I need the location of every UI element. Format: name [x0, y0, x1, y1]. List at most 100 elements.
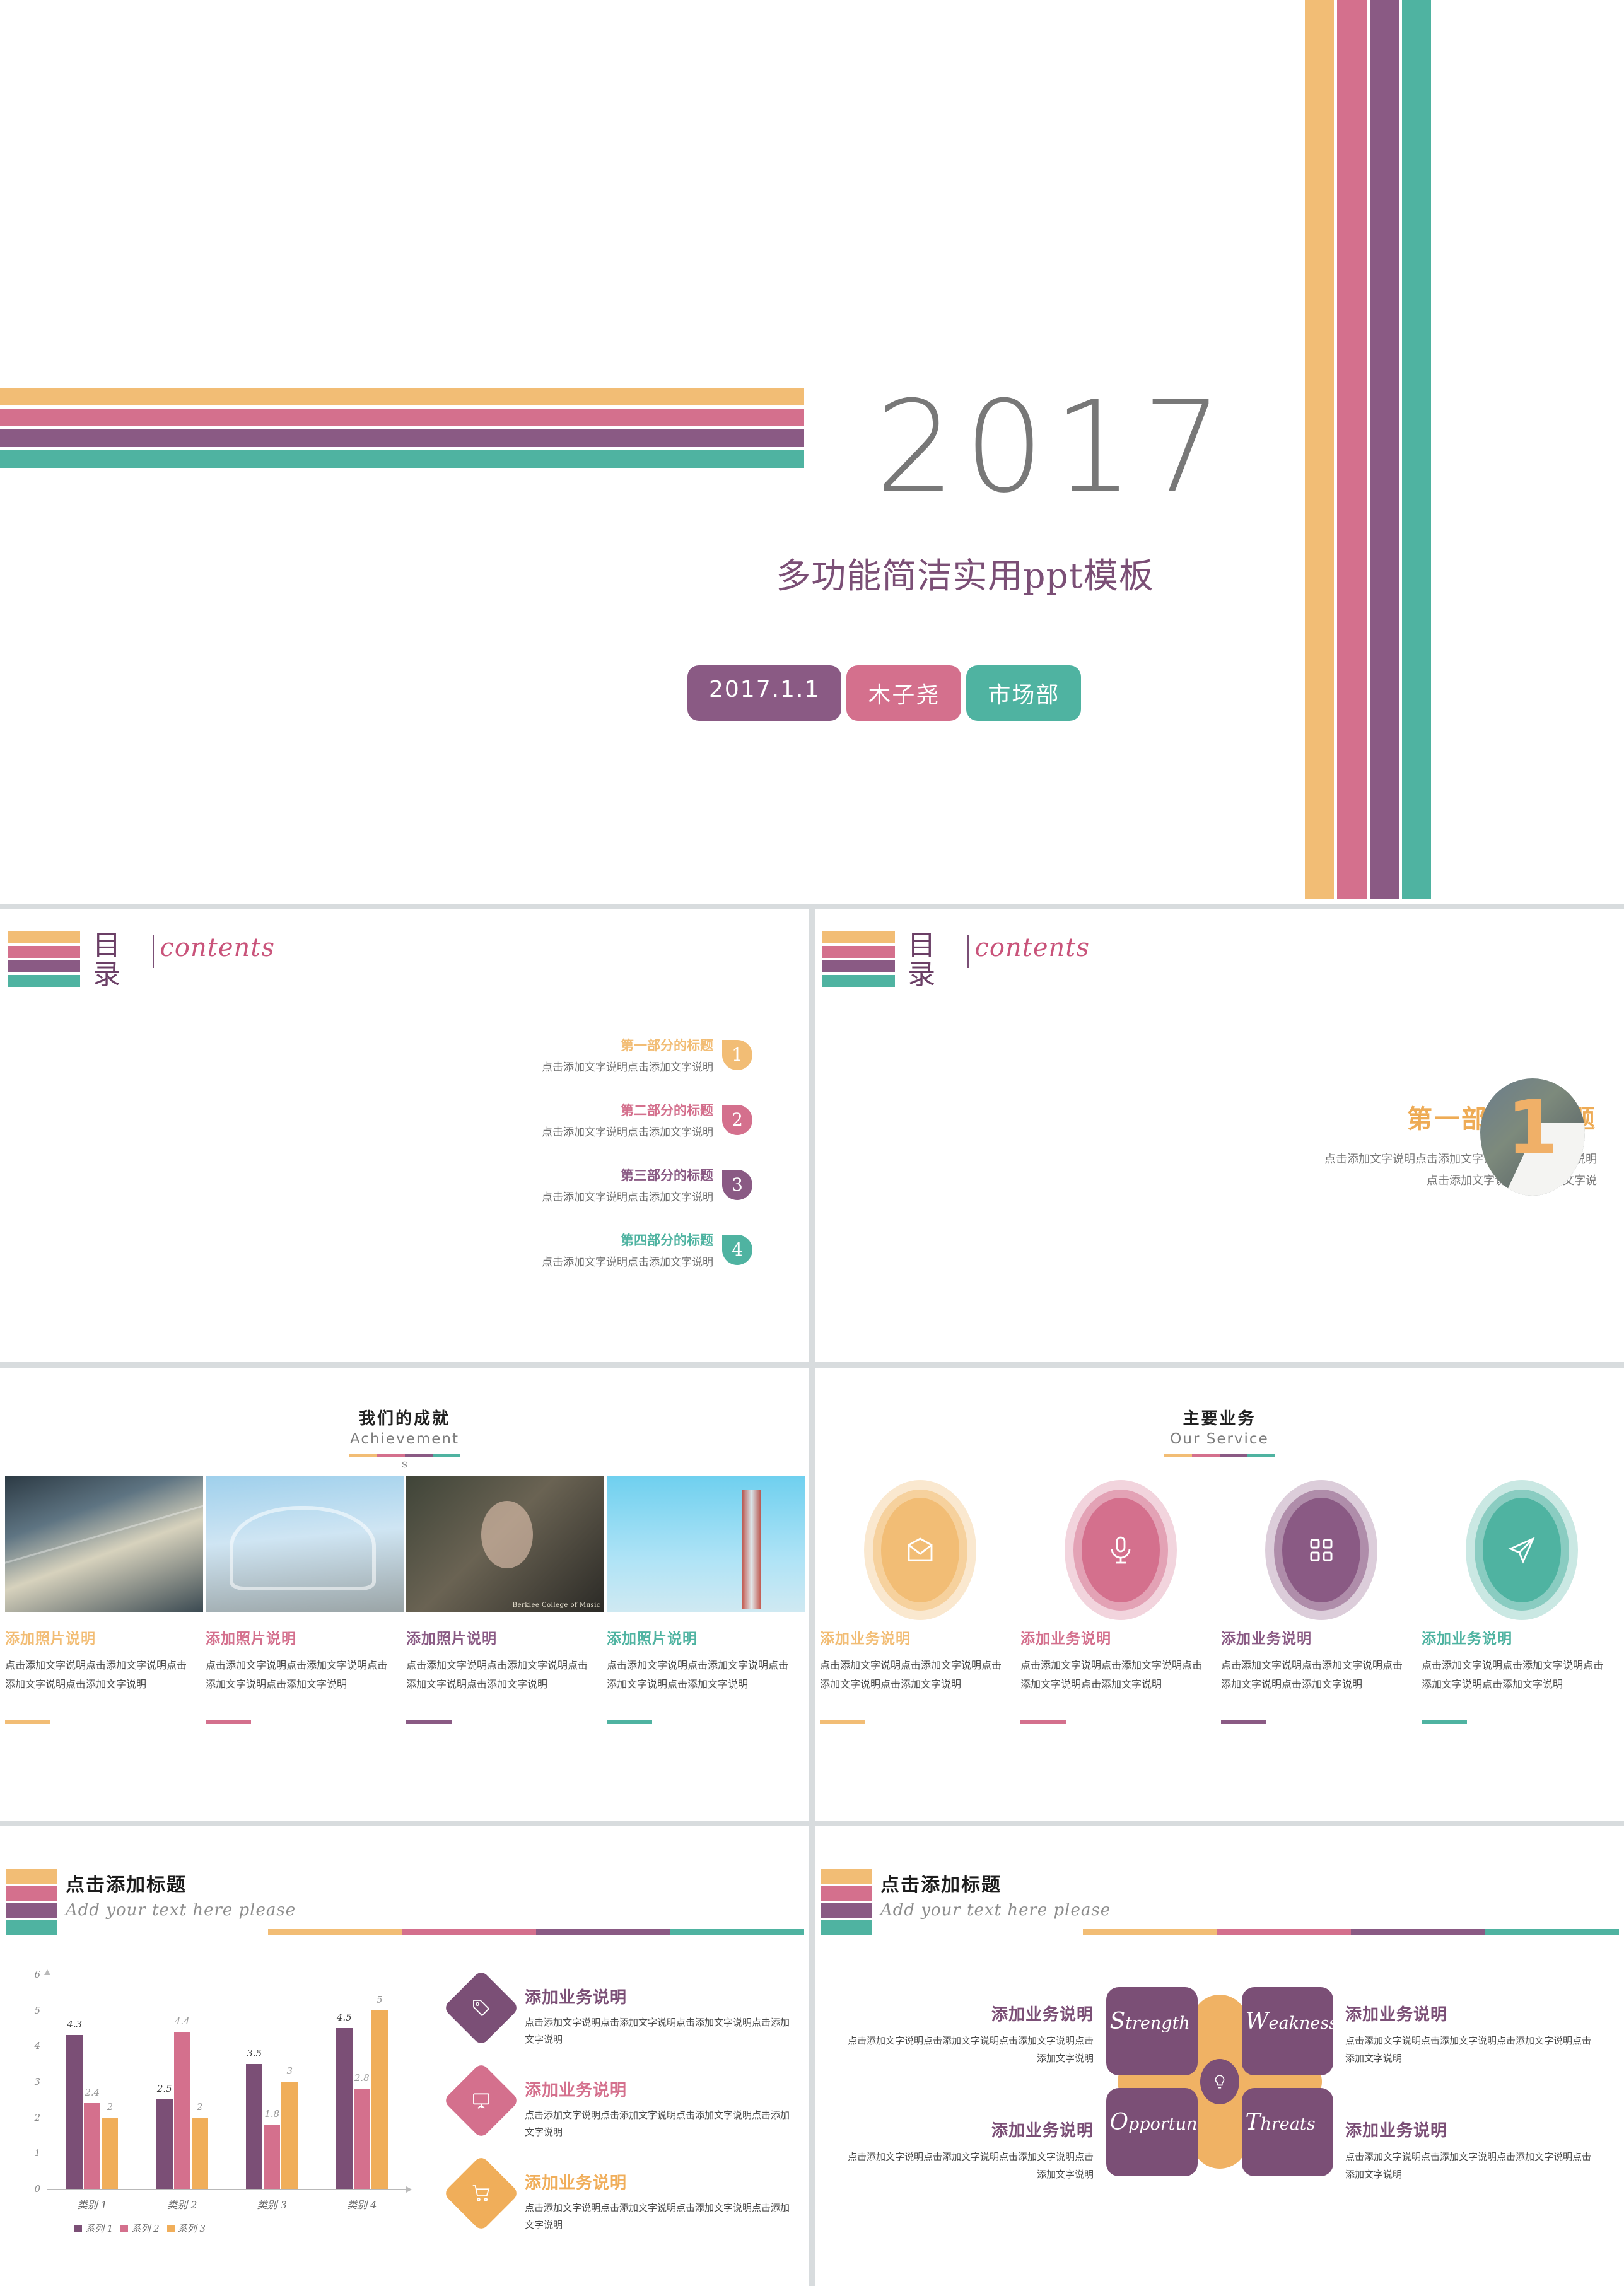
biz-body-3: 点击添加文字说明点击添加文字说明点击添加文字说明点击添加文字说明 — [525, 2203, 790, 2231]
rule-pink — [1191, 1454, 1220, 1457]
chart-bar: 2 — [191, 2101, 208, 2189]
caption-column-3: 添加照片说明 点击添加文字说明点击添加文字说明点击添加文字说明点击添加文字说明 — [406, 1626, 604, 1725]
swot-cell-weakness[interactable]: Weakness — [1241, 1987, 1333, 2075]
caption-body-4: 点击添加文字说明点击添加文字说明点击添加文字说明点击添加文字说明 — [607, 1660, 789, 1690]
biz-title-1: 添加业务说明 — [525, 1988, 628, 2007]
slide-achievement[interactable]: 我们的成就 Achievement s Berklee College of M… — [0, 1368, 809, 1821]
list-item[interactable]: 第二部分的标题 点击添加文字说明点击添加文字说明 2 — [437, 1100, 752, 1139]
photo-speaker[interactable]: Berklee College of Music — [406, 1476, 604, 1612]
chart-legend-item[interactable]: 系列 1 — [74, 2222, 113, 2235]
chart-bar: 4.5 — [336, 2012, 353, 2189]
chart-bar-value: 4.3 — [67, 2019, 83, 2031]
chart-legend-item[interactable]: 系列 3 — [166, 2222, 206, 2235]
slide-section-divider[interactable]: 目录 contents 第一部分的标题 点击添加文字说明点击添加文字说明点击添加… — [815, 909, 1624, 1362]
slide-chart[interactable]: 点击添加标题 Add your text here please 0 1 2 3 4 5 6… — [0, 1826, 809, 2286]
rule-purple — [1351, 1929, 1485, 1935]
department-tag[interactable]: 市场部 — [966, 665, 1082, 721]
swot-text-top-right: 添加业务说明 点击添加文字说明点击添加文字说明点击添加文字说明点击添加文字说明 — [1345, 2002, 1598, 2068]
rule-teal — [670, 1929, 804, 1935]
rule-pink — [1217, 1929, 1351, 1935]
chart-x-tick: 类别 1 — [77, 2199, 107, 2211]
biz-title-2: 添加业务说明 — [525, 2080, 628, 2099]
caption-title-3: 添加照片说明 — [406, 1630, 497, 1647]
service-title-4: 添加业务说明 — [1422, 1630, 1512, 1647]
envelope-icon — [908, 1537, 933, 1561]
toc-title-3: 第三部分的标题 — [621, 1169, 713, 1183]
service-underline-1 — [820, 1720, 865, 1725]
bar-chart: 0 1 2 3 4 5 6 4.3 2.4 2 2.5 4.4 2 3.5 1.8 3 4.5 2.8 5 类别 … — [18, 1969, 428, 2234]
service-heading-zh: 主要业务 — [1183, 1409, 1256, 1428]
service-icon-cell-1[interactable] — [821, 1480, 1019, 1620]
chart-legend-item[interactable]: 系列 2 — [120, 2222, 160, 2235]
slide-contents[interactable]: 目录 contents 第一部分的标题 点击添加文字说明点击添加文字说明 1 第… — [0, 909, 809, 1362]
photo-rollercoaster[interactable] — [206, 1476, 404, 1612]
list-item[interactable]: 第四部分的标题 点击添加文字说明点击添加文字说明 4 — [437, 1230, 752, 1269]
toc-number-badge-1: 1 — [722, 1039, 752, 1070]
chart-heading-zh: 点击添加标题 — [66, 1875, 187, 1896]
diamond-badge-3 — [443, 2155, 520, 2232]
rail-line-decor — [5, 1495, 203, 1568]
rule-pink — [402, 1929, 536, 1935]
service-icon-cell-2[interactable] — [1022, 1480, 1220, 1620]
swot-rest-t: hreats — [1260, 2114, 1316, 2134]
rule-orange — [268, 1929, 402, 1935]
chart-bar-group: 4.5 2.8 5 — [317, 1974, 407, 2189]
chart-y-tick: 5 — [34, 2004, 40, 2016]
rule-purple — [404, 1454, 433, 1457]
vbar-orange — [1305, 0, 1335, 899]
slide-service[interactable]: 主要业务 Our Service 添加业务说明 点击添加文字说明点击添加文字说明… — [815, 1368, 1624, 1821]
bar-teal — [0, 450, 804, 468]
toc-title-4: 第四部分的标题 — [621, 1233, 713, 1248]
contents-heading-en: contents — [160, 933, 275, 962]
chart-bar-value: 3.5 — [247, 2047, 262, 2059]
list-item[interactable]: 添加业务说明 点击添加文字说明点击添加文字说明点击添加文字说明点击添加文字说明 — [443, 2155, 795, 2234]
service-title-2: 添加业务说明 — [1020, 1630, 1111, 1647]
rule-teal — [1247, 1454, 1275, 1457]
swot-cell-opportunity[interactable]: Opportunity — [1106, 2088, 1198, 2176]
block-orange — [821, 1869, 872, 1884]
list-item[interactable]: 第一部分的标题 点击添加文字说明点击添加文字说明 1 — [437, 1035, 752, 1074]
slide-swot[interactable]: 点击添加标题 Add your text here please Strengt… — [815, 1826, 1624, 2286]
chart-legend-swatch — [74, 2224, 82, 2232]
service-body-3: 点击添加文字说明点击添加文字说明点击添加文字说明点击添加文字说明 — [1221, 1660, 1403, 1690]
rule-teal — [1485, 1929, 1619, 1935]
coaster-arc-decor — [229, 1506, 377, 1590]
author-tag[interactable]: 木子尧 — [846, 665, 962, 721]
block-pink — [6, 1886, 57, 1901]
rule-orange — [349, 1454, 377, 1457]
vbar-purple — [1369, 0, 1399, 899]
caption-body-3: 点击添加文字说明点击添加文字说明点击添加文字说明点击添加文字说明 — [406, 1660, 588, 1690]
chart-x-tick-labels: 类别 1 类别 2 类别 3 类别 4 — [47, 2196, 407, 2212]
swot-initial-s: S — [1109, 2009, 1126, 2034]
achievement-header: 我们的成就 Achievement s — [0, 1368, 809, 1471]
chart-y-tick: 0 — [34, 2183, 40, 2195]
service-icon-cell-4[interactable] — [1423, 1480, 1621, 1620]
block-teal — [822, 975, 896, 987]
horizontal-color-bars — [0, 388, 804, 471]
swot-rest-o: pportunity — [1128, 2114, 1198, 2134]
date-tag[interactable]: 2017.1.1 — [687, 665, 842, 721]
caption-underline-3 — [406, 1720, 452, 1725]
biz-title-3: 添加业务说明 — [525, 2173, 628, 2192]
service-icon-cell-3[interactable] — [1222, 1480, 1420, 1620]
chart-legend-label: 系列 1 — [85, 2223, 114, 2234]
slide-title[interactable]: 2017 多功能简洁实用ppt模板 2017.1.1 木子尧 市场部 — [0, 0, 1624, 904]
list-item[interactable]: 添加业务说明 点击添加文字说明点击添加文字说明点击添加文字说明点击添加文字说明 — [443, 2062, 795, 2141]
service-body-1: 点击添加文字说明点击添加文字说明点击添加文字说明点击添加文字说明 — [820, 1660, 1002, 1690]
service-column-4: 添加业务说明 点击添加文字说明点击添加文字说明点击添加文字说明点击添加文字说明 — [1422, 1626, 1620, 1725]
photo-train-station[interactable] — [5, 1476, 203, 1612]
chart-legend-label: 系列 2 — [131, 2223, 160, 2234]
swot-cell-threats[interactable]: Threats — [1241, 2088, 1333, 2176]
chart-bar-group: 2.5 4.4 2 — [137, 1974, 228, 2189]
section-number: 1 — [1506, 1084, 1559, 1172]
slide-deck: 2017 多功能简洁实用ppt模板 2017.1.1 木子尧 市场部 目录 co… — [0, 0, 1624, 2286]
chart-legend-swatch — [166, 2224, 175, 2232]
swot-initial-t: T — [1245, 2109, 1261, 2135]
swot-rest-s: trength — [1125, 2014, 1190, 2033]
bar-purple — [0, 429, 804, 447]
list-item[interactable]: 第三部分的标题 点击添加文字说明点击添加文字说明 3 — [437, 1165, 752, 1204]
toc-title-1: 第一部分的标题 — [621, 1039, 713, 1053]
swot-cell-strength[interactable]: Strength — [1106, 1987, 1198, 2075]
photo-amusement-ride[interactable] — [607, 1476, 805, 1612]
list-item[interactable]: 添加业务说明 点击添加文字说明点击添加文字说明点击添加文字说明点击添加文字说明 — [443, 1969, 795, 2048]
